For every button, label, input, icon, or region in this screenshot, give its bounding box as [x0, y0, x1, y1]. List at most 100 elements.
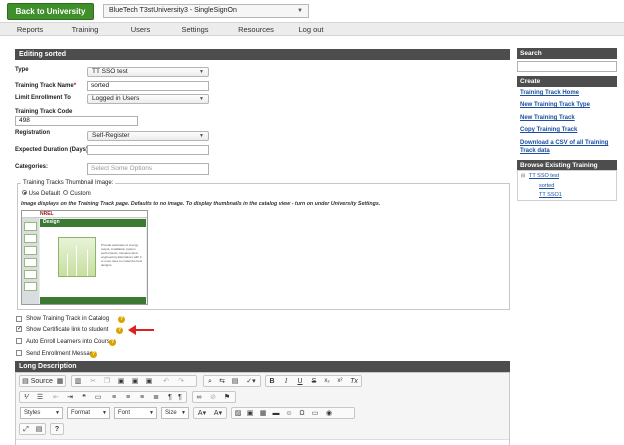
superscript-icon[interactable]: x² — [335, 375, 345, 386]
nav-reports[interactable]: Reports — [10, 23, 50, 36]
categories-multiselect[interactable]: Select Some Options — [87, 163, 209, 175]
show-certificate-checkbox[interactable]: ✓ — [16, 326, 22, 332]
align-center-icon[interactable]: ≡ — [123, 391, 133, 402]
editor-toolbar-row-1: ▤ Source ▦ ▥ ✂ ❐ ▣ ▣ ▣ ↶ ↷ ⌕ ⇆ ▤ ✓▾ B I … — [16, 373, 511, 389]
expected-duration-input[interactable] — [87, 145, 209, 155]
nav-log-out[interactable]: Log out — [292, 23, 330, 36]
text-direction-rtl-icon[interactable]: ¶ — [175, 391, 185, 402]
auto-enroll-checkbox[interactable] — [16, 338, 22, 344]
bold-icon[interactable]: B — [267, 375, 277, 386]
categories-label: Categories: — [15, 164, 49, 170]
outdent-icon[interactable]: ⇤ — [51, 391, 61, 402]
anchor-icon[interactable]: ⚑ — [222, 391, 232, 402]
training-track-home-link[interactable]: Training Track Home — [520, 90, 579, 96]
div-container-icon[interactable]: ▭ — [93, 391, 103, 402]
bulleted-list-icon[interactable]: ☰ — [35, 391, 45, 402]
select-all-icon[interactable]: ▤ — [230, 375, 240, 386]
smiley-icon[interactable]: ☺ — [284, 407, 294, 418]
templates-icon[interactable]: ▦ — [55, 375, 65, 386]
registration-select[interactable]: Self-Register ▼ — [87, 131, 209, 141]
chevron-down-icon: ▼ — [55, 410, 60, 416]
spellcheck-icon[interactable]: ✓▾ — [244, 375, 258, 386]
editor-content-area[interactable] — [16, 439, 509, 445]
help-icon[interactable]: ? — [90, 351, 97, 358]
training-track-code-input[interactable]: 498 — [15, 116, 138, 126]
unlink-icon[interactable]: ⊘ — [208, 391, 218, 402]
redo-icon[interactable]: ↷ — [176, 375, 186, 386]
nav-settings[interactable]: Settings — [174, 23, 216, 36]
university-select-value: BlueTech T3stUniversity3 - SingleSignOn — [109, 7, 237, 14]
tree-child-tt-sso1[interactable]: TT SSO1 — [539, 192, 562, 198]
new-training-track-link[interactable]: New Training Track — [520, 115, 575, 121]
link-icon[interactable]: ∞ — [194, 391, 204, 402]
align-left-icon[interactable]: ≡ — [109, 391, 119, 402]
new-training-track-type-link[interactable]: New Training Track Type — [520, 102, 590, 108]
download-csv-link[interactable]: Download a CSV of all Training Track dat… — [520, 139, 615, 155]
source-button[interactable]: ▤ Source — [21, 375, 54, 386]
indent-icon[interactable]: ⇥ — [65, 391, 75, 402]
italic-icon[interactable]: I — [281, 375, 291, 386]
custom-radio[interactable] — [63, 190, 69, 195]
send-enrollment-message-checkbox[interactable] — [16, 350, 22, 356]
blockquote-icon[interactable]: ❝ — [79, 391, 89, 402]
nav-users[interactable]: Users — [123, 23, 158, 36]
show-blocks-icon[interactable]: ▤ — [34, 423, 44, 434]
strikethrough-icon[interactable]: S — [309, 375, 319, 386]
type-select[interactable]: TT SSO test ▼ — [87, 67, 209, 77]
paste-text-icon[interactable]: ▣ — [130, 375, 140, 386]
university-select[interactable]: BlueTech T3stUniversity3 - SingleSignOn … — [103, 4, 309, 18]
help-icon[interactable]: ? — [109, 339, 116, 346]
text-color-icon[interactable]: A▾ — [195, 407, 209, 418]
nav-resources[interactable]: Resources — [231, 23, 281, 36]
use-default-radio[interactable] — [22, 190, 27, 195]
find-icon[interactable]: ⌕ — [205, 375, 215, 386]
tree-child-sorted[interactable]: sorted — [539, 183, 554, 189]
align-right-icon[interactable]: ≡ — [137, 391, 147, 402]
thumb-sidebar — [22, 218, 39, 304]
special-char-icon[interactable]: Ω — [297, 407, 307, 418]
styles-dropdown[interactable]: Styles ▼ — [20, 407, 63, 419]
horizontal-line-icon[interactable]: ▬ — [271, 407, 281, 418]
table-icon[interactable]: ▦ — [258, 407, 268, 418]
format-dropdown[interactable]: Format ▼ — [67, 407, 110, 419]
help-icon[interactable]: ? — [118, 316, 125, 323]
help-icon[interactable]: ? — [116, 327, 123, 334]
maximize-icon[interactable]: ⤢ — [21, 423, 31, 434]
save-icon[interactable]: ▥ — [73, 375, 83, 386]
sidebar-search-input[interactable] — [517, 61, 617, 72]
copy-icon[interactable]: ❐ — [102, 375, 112, 386]
size-dropdown[interactable]: Size ▼ — [161, 407, 189, 419]
subscript-icon[interactable]: x₂ — [322, 375, 332, 386]
tree-collapse-icon[interactable]: ⊟ — [521, 173, 525, 179]
back-to-university-button[interactable]: Back to University — [7, 3, 94, 20]
paste-icon[interactable]: ▣ — [116, 375, 126, 386]
iframe-icon[interactable]: ◉ — [324, 407, 334, 418]
training-track-name-input[interactable]: sorted — [87, 81, 209, 91]
source-label: Source — [30, 378, 53, 385]
copy-training-track-link[interactable]: Copy Training Track — [520, 127, 577, 133]
paste-word-icon[interactable]: ▣ — [144, 375, 154, 386]
underline-icon[interactable]: U — [295, 375, 305, 386]
thumb-body-text: Provide estimates of energy output, inst… — [101, 243, 143, 267]
flash-icon[interactable]: ▣ — [245, 407, 255, 418]
thumb-footer — [40, 297, 146, 304]
tree-root-item[interactable]: TT SSO test — [529, 173, 559, 179]
background-color-icon[interactable]: A▾ — [211, 407, 225, 418]
numbered-list-icon[interactable]: ⅟ — [21, 391, 31, 402]
auto-enroll-label: Auto Enroll Learners into Courses — [26, 339, 117, 345]
font-dropdown[interactable]: Font ▼ — [114, 407, 157, 419]
cut-icon[interactable]: ✂ — [88, 375, 98, 386]
replace-icon[interactable]: ⇆ — [217, 375, 227, 386]
use-default-label: Use Default — [28, 191, 61, 198]
justify-icon[interactable]: ≣ — [151, 391, 161, 402]
nav-training[interactable]: Training — [64, 23, 106, 36]
limit-enrollment-select[interactable]: Logged in Users ▼ — [87, 94, 209, 104]
show-certificate-label: Show Certificate link to student — [26, 327, 109, 333]
text-direction-ltr-icon[interactable]: ¶ — [165, 391, 175, 402]
help-button[interactable]: ? — [52, 423, 62, 434]
remove-format-icon[interactable]: Tx — [348, 375, 360, 386]
undo-icon[interactable]: ↶ — [161, 375, 171, 386]
page-break-icon[interactable]: ▭ — [310, 407, 320, 418]
image-icon[interactable]: ▨ — [233, 407, 243, 418]
show-in-catalog-checkbox[interactable] — [16, 316, 22, 322]
